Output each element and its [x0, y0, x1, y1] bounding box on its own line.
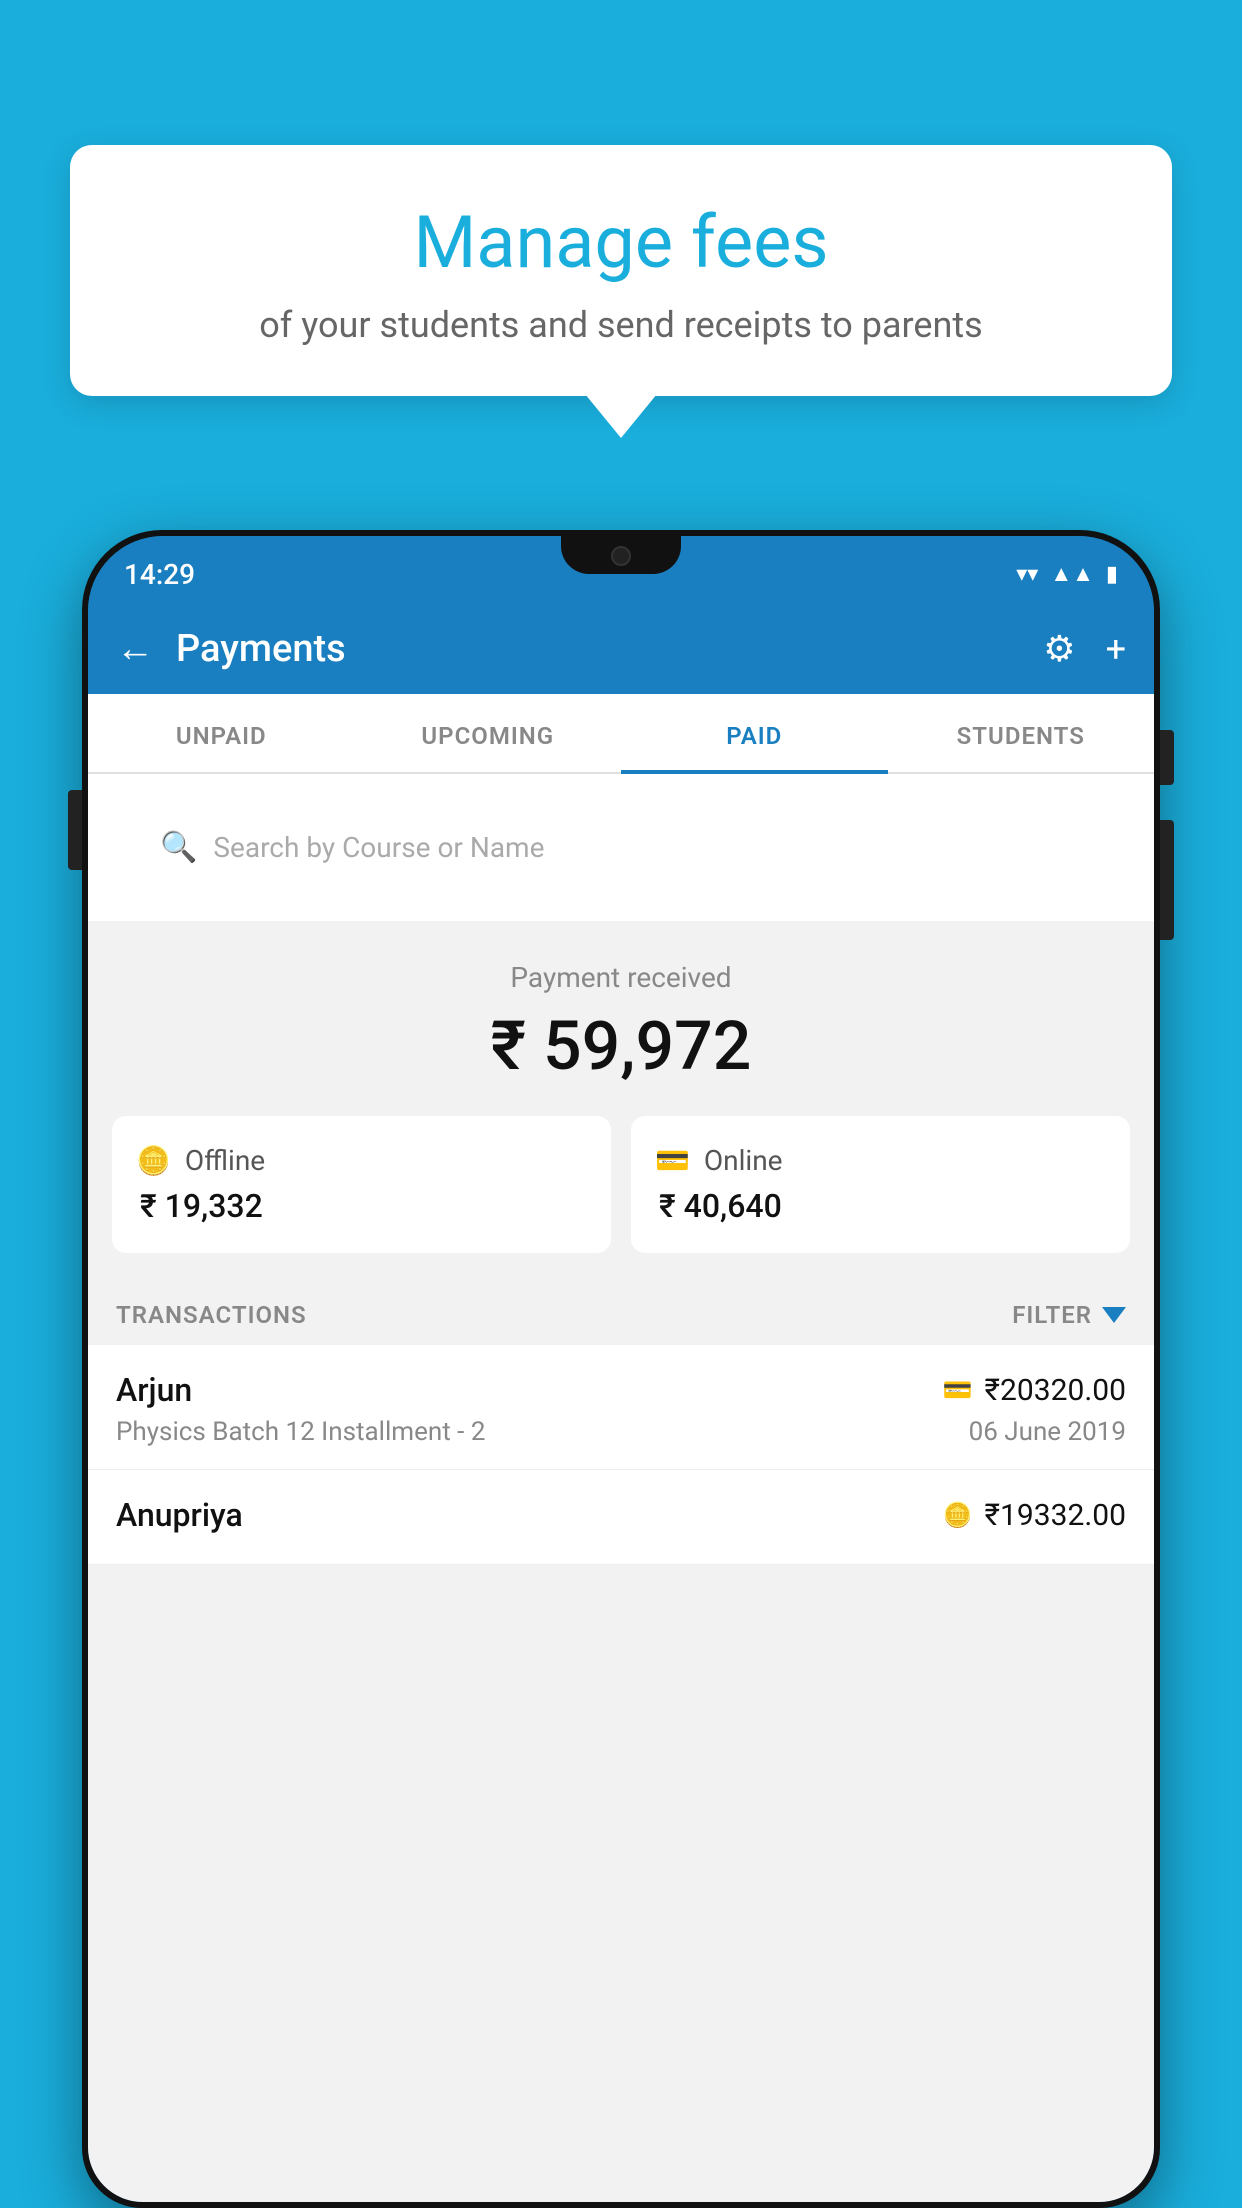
search-icon: 🔍 — [160, 830, 197, 865]
add-icon[interactable]: + — [1106, 628, 1126, 670]
payment-cards: 🪙 Offline ₹ 19,332 💳 Online ₹ 40,640 — [88, 1116, 1154, 1281]
transaction-cash-icon: 🪙 — [943, 1501, 973, 1529]
transaction-desc: Physics Batch 12 Installment - 2 — [116, 1417, 485, 1447]
phone-mockup: 14:29 ▾▾ ▲▲ ▮ ← Payments ⚙ + UNPAID UPCO… — [82, 530, 1160, 2208]
payment-amount: ₹ 59,972 — [108, 1006, 1134, 1086]
payment-summary: Payment received ₹ 59,972 — [88, 921, 1154, 1116]
tab-upcoming[interactable]: UPCOMING — [355, 694, 622, 772]
app-bar-title: Payments — [176, 627, 1043, 671]
notch — [561, 536, 681, 574]
online-icon: 💳 — [655, 1144, 690, 1177]
online-card: 💳 Online ₹ 40,640 — [631, 1116, 1130, 1253]
search-placeholder: Search by Course or Name — [213, 831, 544, 864]
transaction-amount-wrap: 💳 ₹20320.00 — [943, 1373, 1126, 1408]
speech-bubble: Manage fees of your students and send re… — [70, 145, 1172, 396]
battery-icon: ▮ — [1106, 562, 1118, 587]
transaction-date: 06 June 2019 — [969, 1417, 1126, 1447]
wifi-icon: ▾▾ — [1016, 562, 1038, 587]
transactions-label: TRANSACTIONS — [116, 1301, 307, 1329]
back-button[interactable]: ← — [116, 627, 154, 671]
table-row[interactable]: Anupriya 🪙 ₹19332.00 — [88, 1470, 1154, 1565]
transaction-list: Arjun 💳 ₹20320.00 Physics Batch 12 Insta… — [88, 1345, 1154, 1565]
filter-button[interactable]: FILTER — [1012, 1301, 1126, 1329]
app-bar-actions: ⚙ + — [1043, 628, 1126, 670]
transaction-card-icon: 💳 — [943, 1376, 973, 1404]
phone-screen-area: 14:29 ▾▾ ▲▲ ▮ ← Payments ⚙ + UNPAID UPCO… — [88, 536, 1154, 2202]
online-amount: ₹ 40,640 — [655, 1187, 1106, 1225]
offline-icon: 🪙 — [136, 1144, 171, 1177]
status-icons: ▾▾ ▲▲ ▮ — [1016, 561, 1118, 587]
tabs: UNPAID UPCOMING PAID STUDENTS — [88, 694, 1154, 774]
tab-unpaid[interactable]: UNPAID — [88, 694, 355, 772]
offline-amount: ₹ 19,332 — [136, 1187, 587, 1225]
tab-students[interactable]: STUDENTS — [888, 694, 1155, 772]
transaction-name: Arjun — [116, 1371, 192, 1409]
bubble-title: Manage fees — [130, 200, 1112, 286]
offline-label: Offline — [185, 1144, 265, 1177]
front-camera — [611, 546, 631, 566]
transaction-amount-wrap: 🪙 ₹19332.00 — [943, 1498, 1126, 1533]
settings-icon[interactable]: ⚙ — [1043, 628, 1075, 670]
status-time: 14:29 — [124, 558, 195, 591]
search-bar[interactable]: 🔍 Search by Course or Name — [136, 812, 1106, 883]
bubble-subtitle: of your students and send receipts to pa… — [130, 304, 1112, 346]
filter-icon — [1102, 1307, 1126, 1323]
app-bar: ← Payments ⚙ + — [88, 604, 1154, 694]
transaction-name: Anupriya — [116, 1496, 243, 1534]
power-button-bottom — [1160, 820, 1174, 940]
phone-screen-content: UNPAID UPCOMING PAID STUDENTS 🔍 Search b… — [88, 694, 1154, 2202]
offline-card: 🪙 Offline ₹ 19,332 — [112, 1116, 611, 1253]
transaction-amount: ₹19332.00 — [985, 1498, 1126, 1533]
filter-label: FILTER — [1012, 1301, 1092, 1329]
payment-label: Payment received — [108, 961, 1134, 994]
transactions-header: TRANSACTIONS FILTER — [88, 1281, 1154, 1345]
signal-icon: ▲▲ — [1050, 561, 1094, 587]
power-button-top — [1160, 730, 1174, 785]
table-row[interactable]: Arjun 💳 ₹20320.00 Physics Batch 12 Insta… — [88, 1345, 1154, 1470]
tab-paid[interactable]: PAID — [621, 694, 888, 772]
volume-button — [68, 790, 82, 870]
transaction-amount: ₹20320.00 — [985, 1373, 1126, 1408]
online-label: Online — [704, 1144, 783, 1177]
